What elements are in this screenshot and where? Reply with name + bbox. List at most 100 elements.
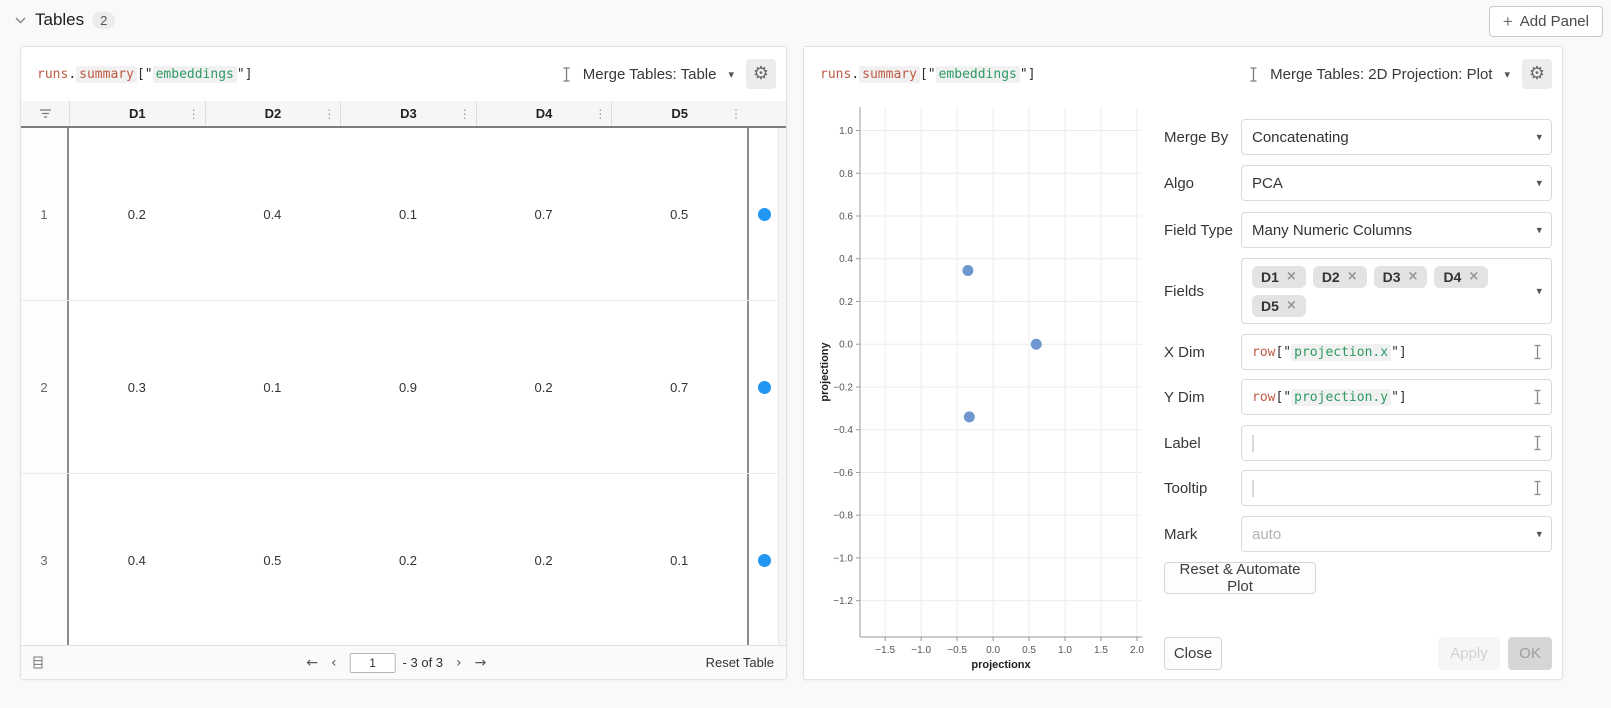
y-tick-label: 0.0 xyxy=(839,340,853,351)
row-range-label: - 3 of 3 xyxy=(403,655,443,670)
column-header-d5[interactable]: D5⋮ xyxy=(611,101,747,126)
last-page-button[interactable]: → xyxy=(475,655,487,671)
row-color-dot xyxy=(758,381,771,394)
first-page-button[interactable]: ← xyxy=(306,655,318,671)
page-number-input[interactable] xyxy=(350,653,396,673)
x-tick-label: −1.5 xyxy=(875,645,895,656)
code-token: "] xyxy=(1391,390,1407,405)
panel-settings-button[interactable]: ⚙ xyxy=(746,59,776,89)
code-token: [" xyxy=(137,67,153,82)
y-tick-label: −1.0 xyxy=(833,553,853,564)
column-menu-icon[interactable]: ⋮ xyxy=(730,107,742,121)
x-axis-title: projectionx xyxy=(971,659,1031,671)
x-dim-input[interactable]: row["projection.x"] xyxy=(1241,334,1552,370)
column-menu-icon[interactable]: ⋮ xyxy=(188,107,200,121)
column-header-d3[interactable]: D3 ⋮ xyxy=(340,101,476,126)
add-panel-button[interactable]: + Add Panel xyxy=(1489,6,1603,37)
mark-placeholder: auto xyxy=(1252,526,1281,543)
panel-mode-selector[interactable]: Merge Tables: Table xyxy=(583,66,717,83)
y-axis-title: projectiony xyxy=(819,341,831,401)
ok-button[interactable]: OK xyxy=(1508,637,1552,670)
column-menu-icon[interactable]: ⋮ xyxy=(594,107,606,121)
y-tick-label: 1.0 xyxy=(839,126,853,137)
table-cell: 0.3 xyxy=(69,301,205,473)
chevron-down-icon[interactable]: ▾ xyxy=(728,68,734,81)
table-scrollbar-track[interactable] xyxy=(778,128,786,645)
reset-automate-plot-button[interactable]: Reset & Automate Plot xyxy=(1164,562,1316,594)
table-cell: 0.1 xyxy=(340,128,476,300)
text-cursor-icon xyxy=(562,67,571,82)
query-expression[interactable]: runs.summary["embeddings"] xyxy=(37,67,253,82)
filter-column-header[interactable] xyxy=(21,101,69,126)
chevron-down-icon: ▾ xyxy=(1536,177,1542,190)
table-row[interactable]: 30.40.50.20.20.1 xyxy=(21,474,786,645)
x-tick-label: 1.5 xyxy=(1094,645,1108,656)
table-cell: 0.2 xyxy=(340,474,476,645)
close-button[interactable]: Close xyxy=(1164,637,1222,670)
tooltip-input[interactable] xyxy=(1241,470,1552,506)
field-tag-d2[interactable]: D2× xyxy=(1313,266,1367,288)
table-row[interactable]: 10.20.40.10.70.5 xyxy=(21,128,786,301)
field-tag-d5[interactable]: D5× xyxy=(1252,295,1306,317)
label-field-label: Label xyxy=(1164,425,1201,461)
code-token: . xyxy=(68,67,76,82)
field-tag-d4[interactable]: D4× xyxy=(1434,266,1488,288)
field-tag-d1[interactable]: D1× xyxy=(1252,266,1306,288)
remove-tag-icon[interactable]: × xyxy=(1347,268,1358,286)
field-type-select[interactable]: Many Numeric Columns ▾ xyxy=(1241,212,1552,248)
label-input[interactable] xyxy=(1241,425,1552,461)
next-page-button[interactable]: › xyxy=(456,655,462,671)
x-tick-label: 1.0 xyxy=(1058,645,1072,656)
fields-row: Fields D1×D2×D3×D4×D5×▾ xyxy=(1164,258,1552,324)
remove-tag-icon[interactable]: × xyxy=(1468,268,1479,286)
table-row[interactable]: 20.30.10.90.20.7 xyxy=(21,301,786,474)
algo-label: Algo xyxy=(1164,165,1194,201)
y-tick-label: 0.4 xyxy=(839,254,853,265)
algo-select[interactable]: PCA ▾ xyxy=(1241,165,1552,201)
mark-label: Mark xyxy=(1164,516,1197,552)
y-dim-row: Y Dim row["projection.y"] xyxy=(1164,379,1552,415)
fields-multiselect[interactable]: D1×D2×D3×D4×D5×▾ xyxy=(1241,258,1552,324)
top-bar: Tables 2 + Add Panel xyxy=(0,0,1611,46)
row-height-icon[interactable] xyxy=(33,656,43,669)
chevron-down-icon xyxy=(14,16,27,25)
column-header-label: D3 xyxy=(400,106,417,121)
query-expression[interactable]: runs.summary["embeddings"] xyxy=(820,67,1036,82)
x-tick-label: 0.5 xyxy=(1022,645,1036,656)
column-header-d1[interactable]: D1⋮ xyxy=(69,101,205,126)
merge-by-select[interactable]: Concatenating ▾ xyxy=(1241,119,1552,155)
table-cell: 0.2 xyxy=(69,128,205,300)
text-cursor-icon xyxy=(1533,436,1542,451)
code-token: "] xyxy=(1020,67,1036,82)
x-tick-label: −0.5 xyxy=(947,645,967,656)
y-tick-label: 0.8 xyxy=(839,169,853,180)
table-cell: 0.4 xyxy=(69,474,205,645)
column-menu-icon[interactable]: ⋮ xyxy=(323,107,335,121)
code-token: "] xyxy=(237,67,253,82)
remove-tag-icon[interactable]: × xyxy=(1286,297,1297,315)
data-table: D1⋮D2⋮D3⋮D4⋮D5⋮ 10.20.40.10.70.520.30.10… xyxy=(21,101,786,645)
table-panel-header: runs.summary["embeddings"] Merge Tables:… xyxy=(21,47,786,101)
table-cell: 0.5 xyxy=(205,474,341,645)
tables-section-toggle[interactable]: Tables 2 xyxy=(14,10,115,30)
column-menu-icon[interactable]: ⋮ xyxy=(459,107,471,121)
y-dim-input[interactable]: row["projection.y"] xyxy=(1241,379,1552,415)
reset-table-button[interactable]: Reset Table xyxy=(706,655,774,670)
column-header-d2[interactable]: D2⋮ xyxy=(205,101,341,126)
x-dim-expression: row["projection.x"] xyxy=(1252,345,1407,360)
table-cell: 0.7 xyxy=(611,301,747,473)
row-index: 1 xyxy=(21,128,69,300)
apply-button[interactable]: Apply xyxy=(1438,637,1500,670)
projection-plot-panel: runs.summary["embeddings"] Merge Tables:… xyxy=(803,46,1563,680)
remove-tag-icon[interactable]: × xyxy=(1286,268,1297,286)
merge-by-value: Concatenating xyxy=(1252,129,1349,146)
x-tick-label: −1.0 xyxy=(911,645,931,656)
previous-page-button[interactable]: ‹ xyxy=(331,655,337,671)
column-header-d4[interactable]: D4⋮ xyxy=(476,101,612,126)
plus-icon: + xyxy=(1503,13,1513,30)
text-cursor-icon xyxy=(1533,345,1542,360)
remove-tag-icon[interactable]: × xyxy=(1408,268,1419,286)
mark-select[interactable]: auto ▾ xyxy=(1241,516,1552,552)
field-tag-d3[interactable]: D3× xyxy=(1374,266,1428,288)
code-token: embeddings xyxy=(153,66,237,83)
